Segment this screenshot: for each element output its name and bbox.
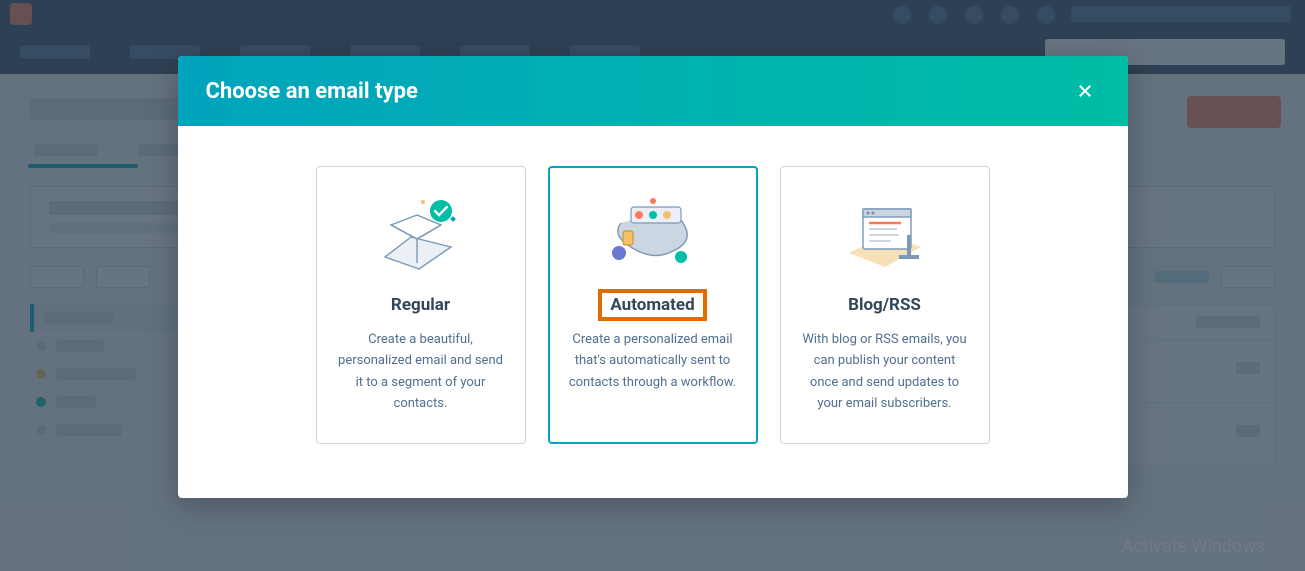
- modal-overlay[interactable]: Choose an email type: [0, 0, 1305, 571]
- close-icon: [1076, 82, 1094, 100]
- blogrss-illustration-icon: [799, 187, 971, 283]
- card-description: Create a beautiful, personalized email a…: [335, 329, 507, 415]
- modal-title: Choose an email type: [206, 79, 418, 104]
- modal-header: Choose an email type: [178, 56, 1128, 126]
- card-title: Automated: [602, 293, 702, 317]
- choose-email-type-modal: Choose an email type: [178, 56, 1128, 498]
- card-title: Blog/RSS: [840, 293, 929, 317]
- email-type-card-automated[interactable]: Automated Create a personalized email th…: [548, 166, 758, 444]
- email-type-card-regular[interactable]: Regular Create a beautiful, personalized…: [316, 166, 526, 444]
- card-description: Create a personalized email that's autom…: [567, 329, 739, 393]
- regular-illustration-icon: [335, 187, 507, 283]
- card-title: Regular: [383, 293, 458, 317]
- close-button[interactable]: [1070, 76, 1100, 106]
- card-description: With blog or RSS emails, you can publish…: [799, 329, 971, 415]
- automated-illustration-icon: [567, 187, 739, 283]
- email-type-card-blog-rss[interactable]: Blog/RSS With blog or RSS emails, you ca…: [780, 166, 990, 444]
- modal-body: Regular Create a beautiful, personalized…: [178, 126, 1128, 498]
